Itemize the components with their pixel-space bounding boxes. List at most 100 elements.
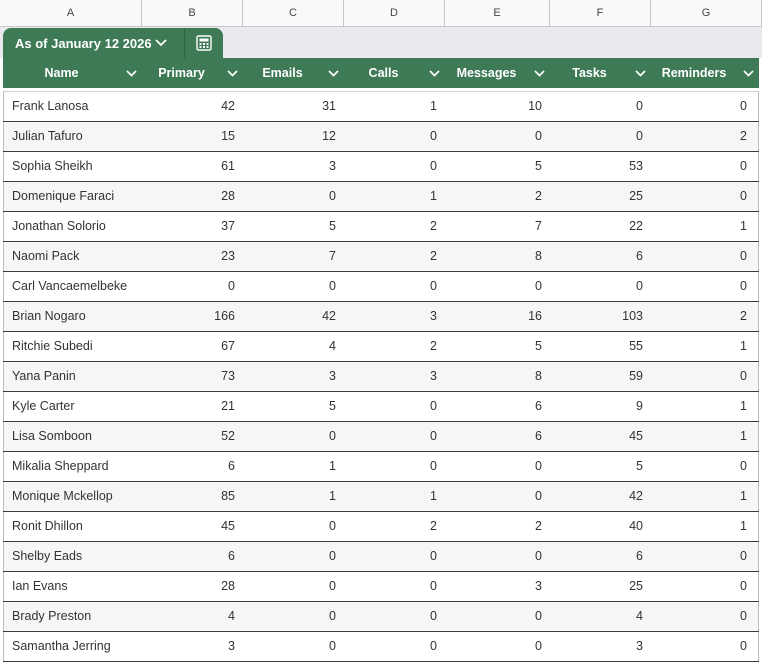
cell-reminders[interactable]: 0: [651, 242, 759, 271]
chevron-down-icon[interactable]: [629, 58, 651, 88]
table-row[interactable]: Julian Tafuro 15 12 0 0 0 2: [3, 122, 759, 152]
cell-emails[interactable]: 0: [243, 602, 344, 631]
cell-name[interactable]: Brian Nogaro: [3, 302, 142, 331]
cell-emails[interactable]: 0: [243, 272, 344, 301]
cell-emails[interactable]: 42: [243, 302, 344, 331]
cell-emails[interactable]: 1: [243, 482, 344, 511]
cell-calls[interactable]: 0: [344, 632, 445, 661]
cell-name[interactable]: Ian Evans: [3, 572, 142, 601]
chevron-down-icon[interactable]: [221, 58, 243, 88]
calculator-icon[interactable]: [185, 28, 223, 58]
cell-name[interactable]: Jonathan Solorio: [3, 212, 142, 241]
cell-tasks[interactable]: 45: [550, 422, 651, 451]
table-row[interactable]: Carl Vancaemelbeke 0 0 0 0 0 0: [3, 272, 759, 302]
cell-tasks[interactable]: 25: [550, 572, 651, 601]
cell-name[interactable]: Samantha Jerring: [3, 632, 142, 661]
cell-messages[interactable]: 8: [445, 362, 550, 391]
cell-emails[interactable]: 3: [243, 362, 344, 391]
table-row[interactable]: Jonathan Solorio 37 5 2 7 22 1: [3, 212, 759, 242]
cell-primary[interactable]: 28: [142, 182, 243, 211]
cell-messages[interactable]: 7: [445, 212, 550, 241]
cell-calls[interactable]: 0: [344, 452, 445, 481]
cell-reminders[interactable]: 2: [651, 122, 759, 151]
cell-calls[interactable]: 0: [344, 152, 445, 181]
cell-calls[interactable]: 2: [344, 512, 445, 541]
cell-reminders[interactable]: 0: [651, 632, 759, 661]
cell-primary[interactable]: 67: [142, 332, 243, 361]
cell-emails[interactable]: 0: [243, 632, 344, 661]
cell-primary[interactable]: 21: [142, 392, 243, 421]
cell-primary[interactable]: 37: [142, 212, 243, 241]
cell-tasks[interactable]: 9: [550, 392, 651, 421]
cell-emails[interactable]: 0: [243, 572, 344, 601]
cell-name[interactable]: Monique Mckellop: [3, 482, 142, 511]
cell-tasks[interactable]: 22: [550, 212, 651, 241]
cell-messages[interactable]: 0: [445, 602, 550, 631]
cell-reminders[interactable]: 0: [651, 602, 759, 631]
cell-tasks[interactable]: 42: [550, 482, 651, 511]
cell-emails[interactable]: 7: [243, 242, 344, 271]
cell-tasks[interactable]: 0: [550, 92, 651, 121]
cell-emails[interactable]: 5: [243, 212, 344, 241]
column-letter-c[interactable]: C: [243, 0, 344, 27]
cell-primary[interactable]: 6: [142, 542, 243, 571]
cell-reminders[interactable]: 0: [651, 362, 759, 391]
cell-calls[interactable]: 0: [344, 392, 445, 421]
column-letter-b[interactable]: B: [142, 0, 243, 27]
cell-tasks[interactable]: 5: [550, 452, 651, 481]
cell-name[interactable]: Kyle Carter: [3, 392, 142, 421]
cell-messages[interactable]: 2: [445, 182, 550, 211]
cell-messages[interactable]: 10: [445, 92, 550, 121]
cell-emails[interactable]: 31: [243, 92, 344, 121]
cell-tasks[interactable]: 40: [550, 512, 651, 541]
cell-primary[interactable]: 52: [142, 422, 243, 451]
table-row[interactable]: Brady Preston 4 0 0 0 4 0: [3, 602, 759, 632]
cell-calls[interactable]: 2: [344, 242, 445, 271]
cell-emails[interactable]: 3: [243, 152, 344, 181]
cell-primary[interactable]: 42: [142, 92, 243, 121]
cell-calls[interactable]: 2: [344, 212, 445, 241]
cell-name[interactable]: Julian Tafuro: [3, 122, 142, 151]
cell-reminders[interactable]: 2: [651, 302, 759, 331]
chevron-down-icon[interactable]: [152, 33, 170, 53]
cell-tasks[interactable]: 6: [550, 242, 651, 271]
cell-emails[interactable]: 0: [243, 422, 344, 451]
header-reminders[interactable]: Reminders: [651, 58, 759, 88]
cell-primary[interactable]: 166: [142, 302, 243, 331]
chevron-down-icon[interactable]: [528, 58, 550, 88]
table-row[interactable]: Samantha Jerring 3 0 0 0 3 0: [3, 632, 759, 662]
cell-reminders[interactable]: 0: [651, 92, 759, 121]
cell-name[interactable]: Yana Panin: [3, 362, 142, 391]
cell-tasks[interactable]: 53: [550, 152, 651, 181]
cell-emails[interactable]: 12: [243, 122, 344, 151]
cell-name[interactable]: Mikalia Sheppard: [3, 452, 142, 481]
cell-calls[interactable]: 0: [344, 602, 445, 631]
cell-primary[interactable]: 61: [142, 152, 243, 181]
cell-reminders[interactable]: 0: [651, 572, 759, 601]
cell-reminders[interactable]: 1: [651, 212, 759, 241]
cell-tasks[interactable]: 4: [550, 602, 651, 631]
cell-reminders[interactable]: 1: [651, 422, 759, 451]
chevron-down-icon[interactable]: [322, 58, 344, 88]
cell-primary[interactable]: 85: [142, 482, 243, 511]
cell-reminders[interactable]: 0: [651, 152, 759, 181]
table-row[interactable]: Naomi Pack 23 7 2 8 6 0: [3, 242, 759, 272]
table-row[interactable]: Mikalia Sheppard 6 1 0 0 5 0: [3, 452, 759, 482]
header-messages[interactable]: Messages: [445, 58, 550, 88]
cell-messages[interactable]: 0: [445, 122, 550, 151]
cell-messages[interactable]: 5: [445, 152, 550, 181]
cell-reminders[interactable]: 1: [651, 392, 759, 421]
cell-calls[interactable]: 0: [344, 422, 445, 451]
cell-calls[interactable]: 3: [344, 302, 445, 331]
chevron-down-icon[interactable]: [737, 58, 759, 88]
cell-reminders[interactable]: 0: [651, 542, 759, 571]
chevron-down-icon[interactable]: [423, 58, 445, 88]
cell-name[interactable]: Ritchie Subedi: [3, 332, 142, 361]
cell-name[interactable]: Domenique Faraci: [3, 182, 142, 211]
cell-messages[interactable]: 0: [445, 542, 550, 571]
cell-name[interactable]: Brady Preston: [3, 602, 142, 631]
cell-tasks[interactable]: 103: [550, 302, 651, 331]
cell-primary[interactable]: 3: [142, 632, 243, 661]
table-row[interactable]: Ian Evans 28 0 0 3 25 0: [3, 572, 759, 602]
table-row[interactable]: Yana Panin 73 3 3 8 59 0: [3, 362, 759, 392]
